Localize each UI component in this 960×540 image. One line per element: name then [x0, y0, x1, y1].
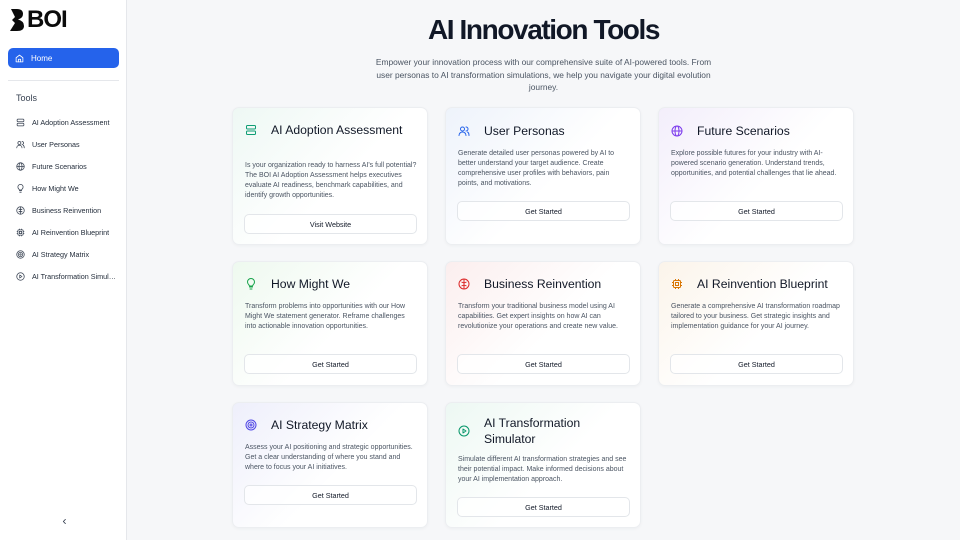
sidebar-item-label: User Personas	[32, 139, 80, 149]
globe-icon	[16, 161, 25, 171]
circle-split-icon	[458, 278, 470, 290]
chip-icon	[671, 278, 683, 290]
logo-mark-icon	[10, 9, 24, 31]
card-description: Transform problems into opportunities wi…	[245, 303, 406, 330]
sidebar-item-label: How Might We	[32, 183, 79, 193]
sidebar-item-ai-adoption-assessment[interactable]: AI Adoption Assessment	[16, 111, 116, 133]
sidebar-item-label: Future Scenarios	[32, 161, 87, 171]
tool-list: AI Adoption Assessment User Personas Fut…	[16, 111, 116, 287]
brand-logo[interactable]: BOI	[9, 6, 68, 33]
tool-card-business-reinvention: Business Reinvention Transform your trad…	[445, 261, 641, 386]
tool-card-ai-strategy-matrix: AI Strategy Matrix Assess your AI positi…	[232, 402, 428, 528]
card-title: Business Reinvention	[484, 277, 602, 291]
card-description: Is your organization ready to harness AI…	[245, 162, 417, 199]
card-description: Simulate different AI transformation str…	[458, 456, 627, 483]
tool-card-future-scenarios: Future Scenarios Explore possible future…	[658, 107, 854, 245]
card-title: AI Strategy Matrix	[271, 418, 368, 432]
target-icon	[245, 419, 257, 431]
visit-website-button[interactable]: Visit Website	[244, 214, 417, 234]
get-started-button[interactable]: Get Started	[457, 497, 630, 517]
play-circle-icon	[16, 271, 25, 281]
card-header: AI Reinvention Blueprint	[671, 276, 847, 292]
sidebar-item-label: Home	[31, 53, 53, 63]
tool-card-ai-transformation-simulator: AI Transformation Simulator Simulate dif…	[445, 402, 641, 528]
sidebar-item-label: AI Strategy Matrix	[32, 249, 90, 259]
get-started-button[interactable]: Get Started	[457, 354, 630, 374]
sidebar-item-future-scenarios[interactable]: Future Scenarios	[16, 155, 116, 177]
home-icon	[15, 54, 24, 63]
sidebar-item-label: Business Reinvention	[32, 205, 102, 215]
play-circle-icon	[458, 425, 470, 437]
page-subtitle: Empower your innovation process with our…	[375, 57, 712, 92]
card-description: Explore possible futures for your indust…	[671, 150, 837, 177]
card-header: How Might We	[245, 276, 421, 292]
sidebar: BOI Home Tools AI Adoption Assessment Us…	[0, 0, 127, 540]
card-description: Transform your traditional business mode…	[458, 303, 618, 330]
chevron-left-icon	[62, 518, 66, 524]
server-icon	[245, 124, 257, 136]
tool-card-how-might-we: How Might We Transform problems into opp…	[232, 261, 428, 386]
card-title: Future Scenarios	[697, 124, 790, 138]
target-icon	[16, 249, 25, 259]
chip-icon	[16, 228, 25, 237]
sidebar-divider	[8, 80, 119, 81]
card-header: AI Transformation Simulator	[458, 415, 634, 447]
card-header: AI Adoption Assessment	[245, 122, 421, 138]
sidebar-item-home[interactable]: Home	[8, 48, 119, 68]
card-header: Business Reinvention	[458, 276, 634, 292]
logo-text: BOI	[27, 6, 68, 33]
card-title: How Might We	[271, 277, 351, 291]
page-title: AI Innovation Tools	[427, 14, 660, 45]
sidebar-item-label: AI Reinvention Blueprint	[32, 227, 110, 237]
users-icon	[458, 125, 470, 137]
get-started-button[interactable]: Get Started	[244, 485, 417, 505]
sidebar-item-how-might-we[interactable]: How Might We	[16, 177, 116, 199]
users-icon	[16, 140, 25, 149]
collapse-sidebar-button[interactable]	[58, 515, 70, 527]
tool-card-ai-reinvention-blueprint: AI Reinvention Blueprint Generate a comp…	[658, 261, 854, 386]
card-header: AI Strategy Matrix	[245, 417, 421, 433]
card-title: User Personas	[484, 124, 565, 138]
sidebar-item-ai-transformation-simulator[interactable]: AI Transformation Simulator	[16, 265, 116, 287]
sidebar-item-business-reinvention[interactable]: Business Reinvention	[16, 199, 116, 221]
tool-card-ai-adoption-assessment: AI Adoption Assessment Is your organizat…	[232, 107, 428, 245]
sidebar-item-ai-strategy-matrix[interactable]: AI Strategy Matrix	[16, 243, 116, 265]
globe-icon	[671, 125, 683, 137]
lightbulb-icon	[245, 278, 257, 290]
get-started-button[interactable]: Get Started	[670, 354, 843, 374]
tools-section-title: Tools	[16, 93, 38, 103]
card-header: Future Scenarios	[671, 123, 847, 139]
card-header: User Personas	[458, 123, 634, 139]
server-icon	[16, 118, 25, 127]
get-started-button[interactable]: Get Started	[670, 201, 843, 221]
card-description: Generate a comprehensive AI transformati…	[671, 303, 840, 330]
sidebar-item-label: AI Adoption Assessment	[32, 117, 110, 127]
sidebar-item-ai-reinvention-blueprint[interactable]: AI Reinvention Blueprint	[16, 221, 116, 243]
card-title: AI Reinvention Blueprint	[697, 277, 828, 291]
card-title: AI Adoption Assessment	[271, 123, 403, 137]
get-started-button[interactable]: Get Started	[457, 201, 630, 221]
get-started-button[interactable]: Get Started	[244, 354, 417, 374]
main-content: AI Innovation Tools Empower your innovat…	[127, 0, 960, 540]
card-description: Assess your AI positioning and strategic…	[245, 444, 413, 471]
circle-split-icon	[16, 205, 25, 215]
lightbulb-icon	[16, 183, 25, 193]
sidebar-item-label: AI Transformation Simulator	[32, 271, 116, 281]
card-title: AI Transformation Simulator	[484, 416, 581, 446]
sidebar-item-user-personas[interactable]: User Personas	[16, 133, 116, 155]
tool-card-user-personas: User Personas Generate detailed user per…	[445, 107, 641, 245]
card-description: Generate detailed user personas powered …	[458, 150, 615, 187]
